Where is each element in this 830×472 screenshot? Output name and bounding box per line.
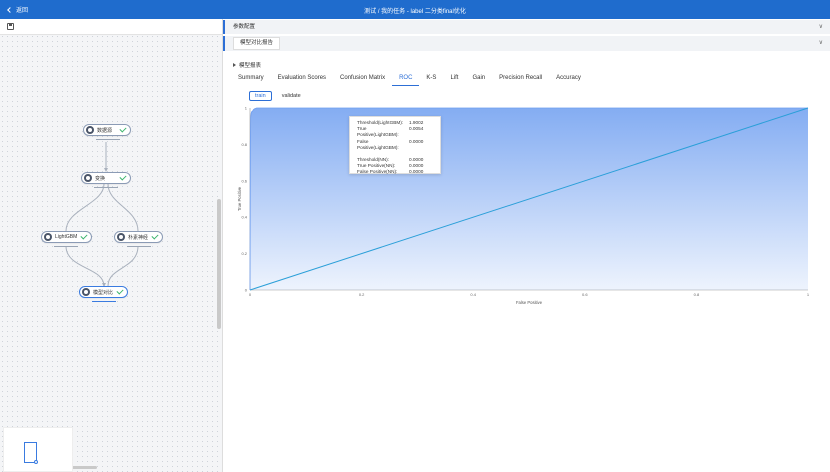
vertical-scrollbar[interactable] [217, 199, 221, 329]
node-label: 数据源 [97, 127, 113, 134]
y-tick-label: 0.8 [241, 142, 247, 147]
y-tick-label: 1 [245, 106, 248, 111]
page-title: 测试 / 我的任务 - label 二分类final优化 [364, 9, 466, 15]
tab-confusion-matrix[interactable]: Confusion Matrix [333, 73, 392, 86]
double-chevron-down-icon[interactable]: ∨ [819, 24, 823, 30]
check-icon [119, 125, 127, 133]
node-icon [44, 233, 52, 241]
node-underline [54, 246, 78, 247]
x-tick-label: 0.4 [470, 292, 476, 297]
subtab-train[interactable]: train [249, 91, 272, 101]
node-icon [86, 126, 94, 134]
node-label: 模型对比 [93, 289, 114, 296]
pipeline-node[interactable]: 模型对比 [79, 286, 128, 302]
section-title-label: 模型报表 [239, 63, 262, 69]
pipeline-node[interactable]: 朴素神经 [114, 231, 163, 247]
tab-evaluation-scores[interactable]: Evaluation Scores [271, 73, 333, 86]
edge-n3-n5 [65, 245, 105, 287]
x-tick-label: 0.8 [694, 292, 700, 297]
pipeline-node[interactable]: 数据源 [83, 124, 131, 140]
pipeline-edges [65, 142, 139, 287]
y-axis-label: True Positive [237, 186, 242, 211]
roc-chart[interactable]: 0 0.2 0.4 0.6 0.8 1 0 0.2 0.4 0.6 0.8 1 False Positi… [237, 103, 827, 333]
x-tick-label: 0.2 [359, 292, 365, 297]
tab-accuracy[interactable]: Accuracy [549, 73, 588, 86]
tab-summary[interactable]: Summary [231, 73, 271, 86]
pipeline-canvas[interactable]: 数据源 变换 LightGBM 朴素神经 模型对比 [0, 19, 223, 472]
report-tab[interactable]: 模型对比报告 [233, 37, 281, 50]
y-tick-label: 0.4 [241, 215, 247, 220]
x-tick-label: 1 [807, 292, 810, 297]
tab-lift[interactable]: Lift [443, 73, 465, 86]
node-icon [84, 174, 92, 182]
node-label: 朴素神经 [128, 234, 149, 241]
node-icon [82, 288, 90, 296]
subtab-validate[interactable]: validate [276, 91, 307, 101]
check-icon [116, 287, 124, 295]
top-bar: 返回 测试 / 我的任务 - label 二分类final优化 [0, 0, 830, 19]
horizontal-scrollbar[interactable] [72, 466, 97, 469]
tab-ks[interactable]: K-S [419, 73, 443, 86]
y-tick-label: 0 [245, 288, 248, 293]
node-underline [92, 300, 116, 302]
pipeline-node[interactable]: 变换 [81, 172, 131, 188]
tooltip-row: False Positive(NN): 0.0000 [357, 169, 424, 175]
y-tick-label: 0.6 [241, 178, 247, 183]
caret-right-icon [233, 63, 236, 67]
check-icon [80, 232, 88, 240]
x-tick-label: 0 [249, 292, 252, 297]
tab-gain[interactable]: Gain [465, 73, 492, 86]
pipeline-node[interactable]: LightGBM [41, 231, 92, 247]
tooltip-row: False Positive(LightGBM): 0.0000 [357, 138, 424, 150]
config-panel-title: 参数配置 [233, 24, 256, 30]
check-icon [119, 173, 127, 181]
minimap[interactable] [3, 427, 73, 472]
tab-roc[interactable]: ROC [392, 73, 420, 86]
node-underline [94, 187, 118, 188]
report-tabs: Summary Evaluation Scores Confusion Matr… [231, 73, 588, 86]
tooltip-row: True Positive(LightGBM): 0.0054 [357, 126, 424, 138]
x-axis-label: False Positive [516, 300, 543, 305]
config-panel-header[interactable]: 参数配置 ∨ [223, 20, 830, 34]
report-panel-header[interactable]: 模型对比报告 ∨ [223, 36, 830, 51]
edge-n4-n5 [107, 245, 139, 287]
node-underline [127, 246, 151, 247]
node-icon [117, 233, 125, 241]
y-tick-label: 0.2 [241, 251, 247, 256]
chart-tooltip: Threshold(LightGBM): 1.9002 True Positive… [349, 116, 441, 174]
node-label: 变换 [95, 175, 106, 182]
node-underline [96, 139, 120, 140]
edge-n2-n4 [107, 183, 139, 232]
check-icon [151, 232, 159, 240]
report-panel: 参数配置 ∨ 模型对比报告 ∨ 模型报表 Summary Evaluation … [223, 19, 830, 472]
minimap-handle[interactable] [34, 460, 38, 464]
section-title[interactable]: 模型报表 [233, 61, 261, 69]
edge-n2-n3 [65, 183, 105, 232]
x-tick-label: 0.6 [582, 292, 588, 297]
node-label: LightGBM [55, 234, 78, 240]
tab-precision-recall[interactable]: Precision Recall [492, 73, 549, 86]
dataset-subtabs: train validate [249, 91, 307, 101]
double-chevron-down-icon[interactable]: ∨ [819, 40, 823, 46]
